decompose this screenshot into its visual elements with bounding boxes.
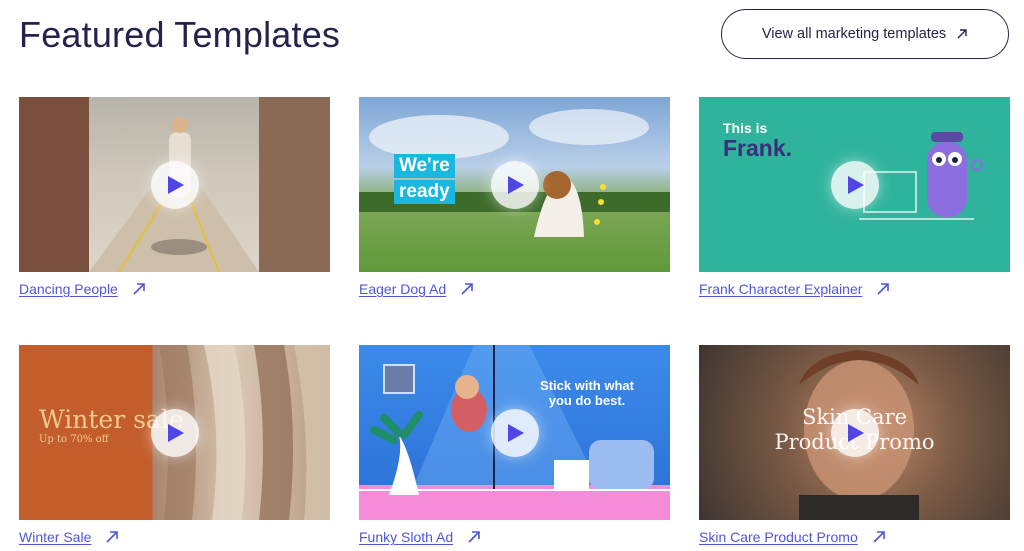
template-card-eager-dog-ad: We're ready Eager Dog Ad <box>359 97 670 297</box>
template-label: Frank Character Explainer <box>699 281 863 297</box>
arrow-up-right-icon <box>133 283 145 295</box>
overlay-line: ready <box>394 180 455 204</box>
template-label: Eager Dog Ad <box>359 281 447 297</box>
play-icon <box>508 423 524 442</box>
overlay-headline: We're ready <box>394 154 455 204</box>
template-link[interactable]: Winter Sale <box>19 529 119 545</box>
overlay-line: Frank. <box>723 135 793 161</box>
template-label: Funky Sloth Ad <box>359 529 454 545</box>
overlay-line: We're <box>394 154 455 178</box>
template-thumbnail[interactable]: We're ready <box>359 97 670 272</box>
play-icon <box>508 175 524 194</box>
template-label: Dancing People <box>19 281 118 297</box>
template-link[interactable]: Frank Character Explainer <box>699 281 890 297</box>
overlay-line: Stick with what <box>540 378 634 393</box>
template-thumbnail[interactable] <box>19 97 330 272</box>
arrow-up-right-icon <box>957 29 967 39</box>
play-button[interactable] <box>830 408 879 457</box>
template-thumbnail[interactable]: Winter sale Up to 70% off <box>19 345 330 520</box>
play-button[interactable] <box>150 408 199 457</box>
arrow-up-right-icon <box>468 531 480 543</box>
template-link[interactable]: Funky Sloth Ad <box>359 529 481 545</box>
template-label: Skin Care Product Promo <box>699 529 858 545</box>
play-button[interactable] <box>490 408 539 457</box>
play-button[interactable] <box>150 160 199 209</box>
arrow-up-right-icon <box>873 531 885 543</box>
page-title: Featured Templates <box>19 14 341 55</box>
template-card-funky-sloth-ad: Stick with what you do best. Funky Sloth… <box>359 345 670 545</box>
play-icon <box>168 423 184 442</box>
overlay-headline: Stick with what you do best. <box>517 378 657 408</box>
overlay-line: you do best. <box>548 393 626 408</box>
template-label: Winter Sale <box>19 529 92 545</box>
view-all-templates-button[interactable]: View all marketing templates <box>721 9 1009 59</box>
template-card-skin-care-product-promo: Skin Care Product Promo Skin Care Produc… <box>699 345 1010 545</box>
play-button[interactable] <box>830 160 879 209</box>
arrow-up-right-icon <box>877 283 890 295</box>
template-link[interactable]: Dancing People <box>19 281 146 297</box>
template-thumbnail[interactable]: This is Frank. <box>699 97 1010 272</box>
view-all-label: View all marketing templates <box>761 26 947 42</box>
play-button[interactable] <box>490 160 539 209</box>
template-card-frank-character-explainer: This is Frank. Frank Character Explainer <box>699 97 1010 297</box>
arrow-up-right-icon <box>106 531 119 543</box>
play-icon <box>848 423 864 442</box>
template-thumbnail[interactable]: Skin Care Product Promo <box>699 345 1010 520</box>
template-link[interactable]: Skin Care Product Promo <box>699 529 886 545</box>
overlay-line: This is <box>723 120 768 136</box>
template-card-dancing-people: Dancing People <box>19 97 330 297</box>
play-icon <box>848 175 864 194</box>
template-card-winter-sale: Winter sale Up to 70% off Winter Sale <box>19 345 330 545</box>
play-icon <box>168 175 184 194</box>
template-thumbnail[interactable]: Stick with what you do best. <box>359 345 670 520</box>
overlay-line: Up to 70% off <box>39 434 109 445</box>
template-link[interactable]: Eager Dog Ad <box>359 281 474 297</box>
arrow-up-right-icon <box>461 283 473 295</box>
